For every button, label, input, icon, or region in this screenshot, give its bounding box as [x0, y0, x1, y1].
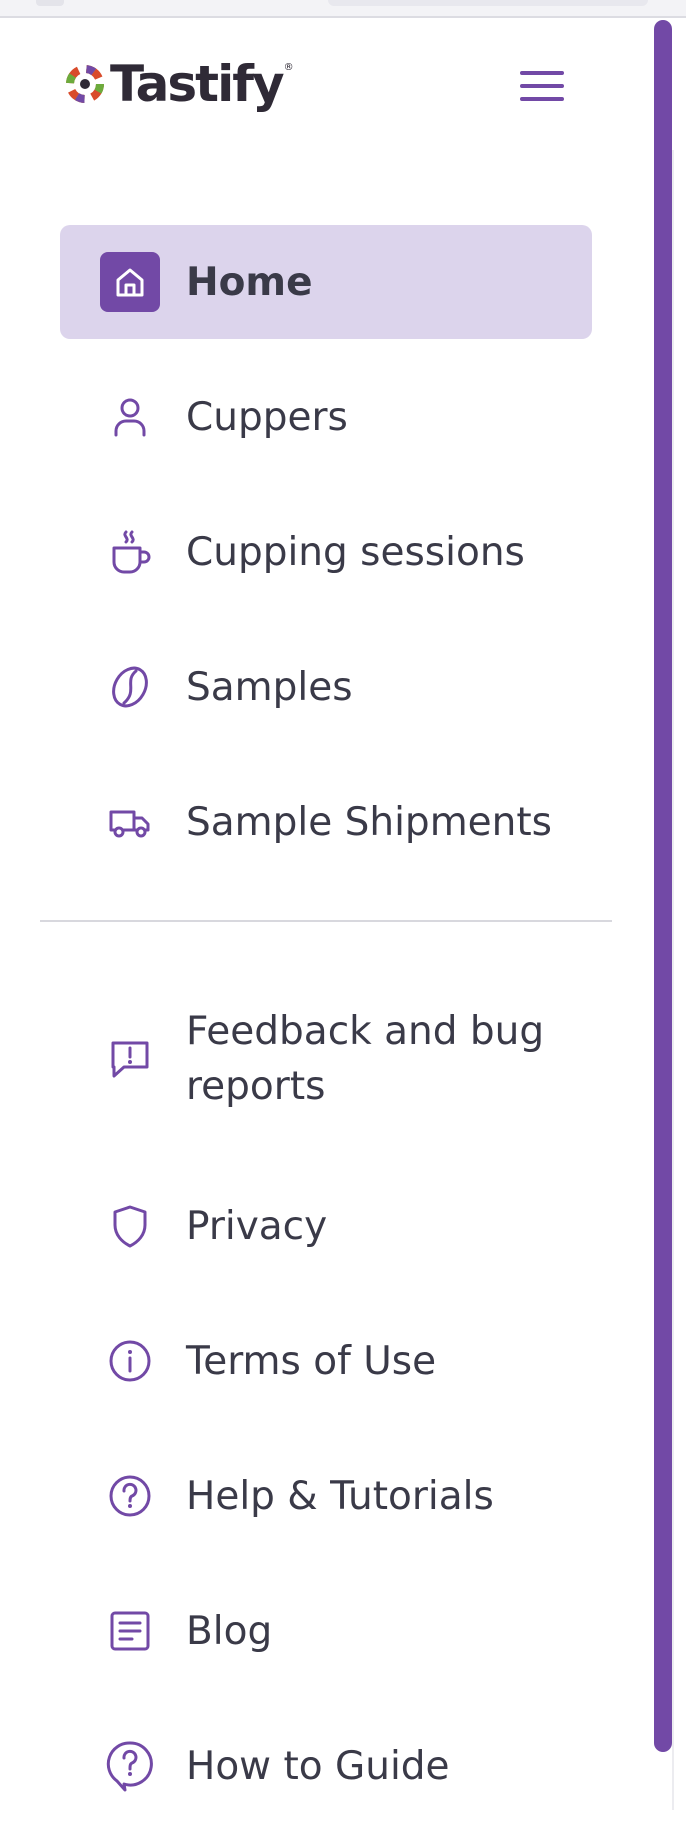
truck-icon — [100, 792, 160, 852]
logo-registered-mark: ® — [283, 62, 294, 73]
browser-tab-edge — [36, 0, 64, 6]
sidebar-item-label: How to Guide — [186, 1743, 450, 1789]
nav-divider — [40, 920, 612, 922]
info-icon — [100, 1331, 160, 1391]
sidebar-item-label: Home — [186, 259, 313, 305]
tastify-logo[interactable]: Tastify ® — [64, 54, 294, 114]
sidebar-item-label: Privacy — [186, 1203, 328, 1249]
scrollbar-gutter — [672, 150, 674, 1810]
shield-icon — [100, 1196, 160, 1256]
sidebar-item-blog[interactable]: Blog — [60, 1574, 592, 1688]
coffee-cup-icon — [100, 522, 160, 582]
sidebar-item-terms[interactable]: Terms of Use — [60, 1304, 592, 1418]
sidebar-item-label: Cuppers — [186, 394, 348, 440]
sidebar-item-home[interactable]: Home — [60, 225, 592, 339]
sidebar-item-label: Cupping sessions — [186, 529, 525, 575]
menu-toggle-button[interactable] — [514, 64, 570, 108]
tastify-logo-mark-icon — [66, 65, 104, 103]
scrollbar-thumb[interactable] — [654, 20, 672, 1752]
sidebar-item-privacy[interactable]: Privacy — [60, 1169, 592, 1283]
sidebar-item-label: Samples — [186, 664, 353, 710]
sidebar-item-label: Feedback and bug reports — [186, 1009, 545, 1109]
logo-wordmark: Tastify — [110, 55, 285, 113]
hamburger-menu-icon — [520, 71, 564, 101]
sidebar-item-label: Help & Tutorials — [186, 1473, 494, 1519]
guide-icon — [100, 1736, 160, 1796]
sidebar-item-help[interactable]: Help & Tutorials — [60, 1439, 592, 1553]
sidebar-item-feedback[interactable]: Feedback and bug reports — [60, 989, 592, 1129]
sidebar-item-label: Terms of Use — [186, 1338, 437, 1384]
browser-tab-edge — [328, 0, 648, 6]
blog-icon — [100, 1601, 160, 1661]
help-icon — [100, 1466, 160, 1526]
feedback-icon — [100, 1029, 160, 1089]
sidebar-nav: Tastify ® Home Cuppers Cupping sessions … — [0, 18, 652, 1819]
home-icon — [100, 252, 160, 312]
sidebar-item-label: Blog — [186, 1608, 273, 1654]
coffee-bean-icon — [100, 657, 160, 717]
sidebar-item-cuppers[interactable]: Cuppers — [60, 360, 592, 474]
sidebar-header: Tastify ® — [0, 18, 652, 168]
sidebar-item-sample-shipments[interactable]: Sample Shipments — [60, 765, 592, 879]
sidebar-item-label: Sample Shipments — [186, 799, 553, 845]
user-icon — [100, 387, 160, 447]
browser-top-strip — [0, 0, 686, 18]
sidebar-item-how-to-guide[interactable]: How to Guide — [60, 1709, 592, 1823]
sidebar-item-cupping-sessions[interactable]: Cupping sessions — [60, 495, 592, 609]
sidebar-item-samples[interactable]: Samples — [60, 630, 592, 744]
